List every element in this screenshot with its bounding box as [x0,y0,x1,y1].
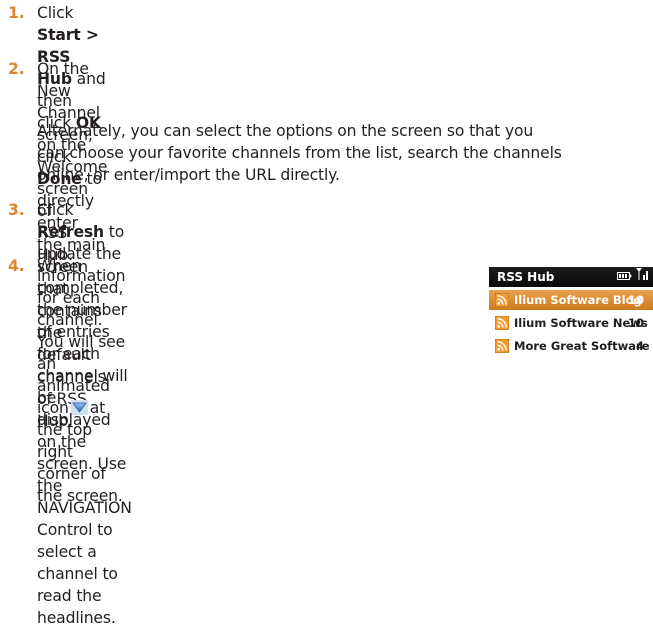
step-4-line-2: for each channel will be displayed on th… [37,345,128,451]
channel-row-ilium-software-news[interactable]: Ilium Software News 10 [489,313,653,333]
alternate-line-3: online, or enter/import the URL directly… [37,166,340,184]
channel-count: 4 [635,339,644,353]
alternate-line-2: can choose your favorite channels from t… [37,144,562,162]
channel-name: More Great Software [514,339,650,353]
channel-name: Ilium Software Blog [514,293,642,307]
instructions-document: 1. Click Start > RSS Hub and then click … [0,0,653,627]
rss-hub-screen: RSS Hub Ilium Software Blog 10 Ilium Sof… [489,267,653,361]
channel-count: 10 [627,293,644,307]
channel-row-more-great-software[interactable]: More Great Software 4 [489,336,653,356]
step-4-text: When completed, the number of entries fo… [37,255,132,629]
step-number: 2. [8,60,25,78]
status-icons [616,267,649,287]
step-4-line-4: select a channel to read the headlines. [37,543,118,627]
step-number: 4. [8,257,25,275]
step-4-line-1: When completed, the number of entries [37,257,127,341]
app-title: RSS Hub [497,270,555,284]
rss-feed-icon [494,292,510,308]
battery-icon [616,267,632,287]
alternate-paragraph: Alternately, you can select the options … [37,120,562,186]
step-number: 1. [8,4,25,22]
step-number: 3. [8,201,25,219]
channel-row-ilium-software-blog[interactable]: Ilium Software Blog 10 [489,290,653,310]
channel-count: 10 [627,316,644,330]
signal-icon [635,267,649,287]
refresh-text: Refresh [37,223,104,241]
rss-feed-icon [494,315,510,331]
rss-feed-icon [494,338,510,354]
step-4-line-3: screen. Use the NAVIGATION Control to [37,455,132,539]
rss-hub-title-bar: RSS Hub [489,267,653,287]
alternate-line-1: Alternately, you can select the options … [37,122,534,140]
